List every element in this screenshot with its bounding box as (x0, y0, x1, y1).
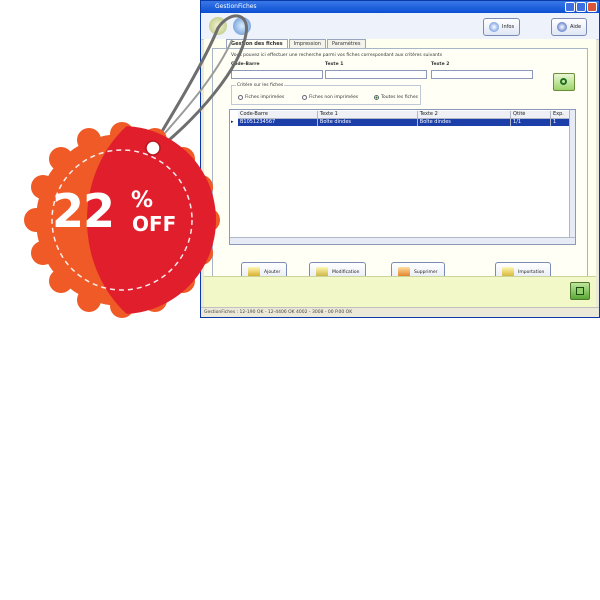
footer-bar (204, 276, 596, 307)
off-label: OFF (132, 212, 177, 236)
discount-value: 22 (52, 184, 115, 238)
window-title: GestionFiches (215, 3, 257, 10)
search-panel: Vous pouvez ici effectuer une recherche … (212, 48, 588, 282)
table-row[interactable]: B1051234567 Boîte dindes Boîte dindes 1/… (238, 119, 571, 126)
help-text: Vous pouvez ici effectuer une recherche … (231, 53, 443, 58)
exit-button[interactable] (570, 282, 590, 300)
row-selector-icon: ▸ (231, 119, 234, 125)
text2-input[interactable] (431, 70, 533, 79)
info-button[interactable]: Infos (483, 18, 521, 36)
refresh-icon[interactable] (233, 17, 251, 35)
table-cell: Boîte dindes (418, 119, 512, 126)
search-button[interactable] (553, 73, 575, 91)
help-button[interactable]: Aide (551, 18, 588, 36)
radio-all-label: Toutes les fiches (381, 95, 418, 100)
text2-label: Texte 2 (431, 62, 450, 67)
edit-button-label: Modification (332, 269, 360, 275)
delete-button-label: Supprimer (414, 269, 438, 275)
radio-not-printed[interactable]: Fiches non imprimées (302, 95, 358, 100)
radio-all[interactable]: Toutes les fiches (374, 95, 418, 100)
search-icon (560, 78, 567, 85)
barcode-input[interactable] (231, 70, 323, 79)
column-header[interactable]: Texte 2 (418, 111, 512, 118)
document-icon[interactable] (209, 17, 227, 35)
radio-printed-label: Fiches imprimées (245, 95, 285, 100)
close-button[interactable] (587, 2, 597, 12)
add-button-label: Ajouter (264, 269, 281, 275)
radio-dot (238, 95, 243, 100)
table-cell: 1 (552, 119, 557, 125)
column-header[interactable]: Code-Barre (238, 111, 318, 118)
vertical-scrollbar[interactable] (569, 110, 575, 238)
toolbar: Infos Aide (201, 13, 599, 40)
radio-dot (302, 95, 307, 100)
window-controls (565, 2, 597, 12)
import-button-label: Importation (518, 269, 545, 275)
column-header[interactable]: Qtité (511, 111, 551, 118)
text1-label: Texte 1 (325, 62, 344, 67)
filter-title: Critère sur les fiches (236, 83, 285, 88)
maximize-button[interactable] (576, 2, 586, 12)
horizontal-scrollbar[interactable] (230, 237, 575, 244)
title-bar[interactable]: GestionFiches (201, 1, 599, 13)
column-header[interactable]: Exp. (551, 111, 571, 118)
radio-dot-selected (374, 95, 379, 100)
table-cell: 1/1 (511, 119, 551, 126)
filter-group: Critère sur les fiches Fiches imprimées … (231, 83, 421, 105)
help-button-label: Aide (570, 24, 582, 30)
table-cell: B1051234567 (238, 119, 318, 126)
table-header: Code-Barre Texte 1 Texte 2 Qtité Exp. (238, 111, 571, 119)
table-cell: Boîte dindes (318, 119, 418, 126)
barcode-label: Code-Barre (231, 62, 260, 67)
status-bar: GestionFiches : 12-190 OK - 12-4406 OK 4… (201, 307, 599, 317)
app-window: GestionFiches Infos Aide Gestion des fic… (200, 0, 600, 318)
radio-printed[interactable]: Fiches imprimées (238, 95, 284, 100)
exit-icon (576, 287, 584, 295)
column-header[interactable]: Texte 1 (318, 111, 418, 118)
results-table[interactable]: Code-Barre Texte 1 Texte 2 Qtité Exp. ▸ … (229, 109, 576, 245)
info-button-label: Infos (502, 24, 515, 30)
help-icon (557, 22, 567, 32)
minimize-button[interactable] (565, 2, 575, 12)
main-content: Gestion des fiches Impression Paramètres… (204, 39, 596, 307)
info-icon (489, 22, 499, 32)
text1-input[interactable] (325, 70, 427, 79)
radio-not-printed-label: Fiches non imprimées (309, 95, 359, 100)
percent-symbol: % (131, 188, 154, 213)
